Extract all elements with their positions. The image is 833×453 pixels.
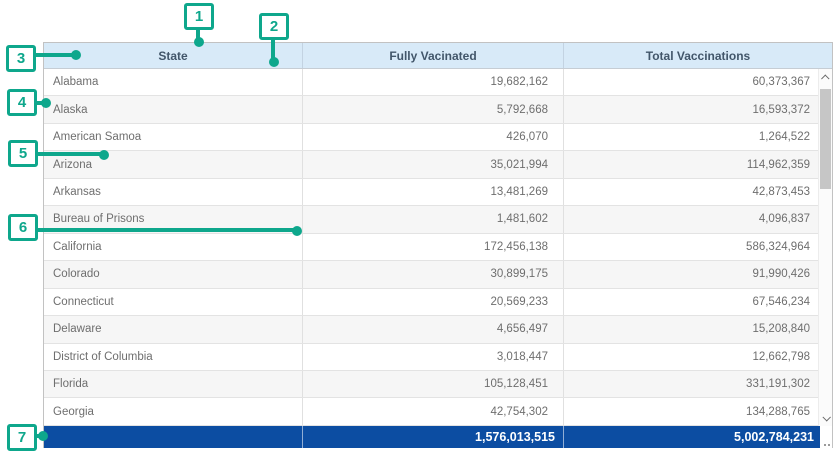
table-row[interactable]: Florida 105,128,451 331,191,302	[44, 371, 832, 398]
state-cell: Georgia	[44, 398, 303, 424]
annotation-endpoint-3	[71, 50, 81, 60]
table-row[interactable]: Colorado 30,899,175 91,990,426	[44, 261, 832, 288]
fully-vaccinated-cell: 35,021,994	[303, 151, 564, 177]
grip-dot	[828, 444, 830, 446]
annotation-callout-4: 4	[7, 89, 37, 116]
state-cell: Colorado	[44, 261, 303, 287]
totals-bar: 1,576,013,515 5,002,784,231	[44, 426, 820, 448]
table-row[interactable]: California 172,456,138 586,324,964	[44, 234, 832, 261]
annotation-callout-2: 2	[259, 13, 289, 40]
total-vaccinations-cell: 60,373,367	[564, 69, 832, 95]
vertical-scrollbar[interactable]	[818, 69, 832, 426]
table-row[interactable]: American Samoa 426,070 1,264,522	[44, 124, 832, 151]
annotation-callout-3: 3	[6, 45, 36, 72]
total-vaccinations-cell: 4,096,837	[564, 206, 832, 232]
grip-dot	[824, 444, 826, 446]
annotation-endpoint-5	[99, 150, 109, 160]
total-vaccinations-cell: 91,990,426	[564, 261, 832, 287]
fully-vaccinated-cell: 3,018,447	[303, 344, 564, 370]
total-vaccinations-cell: 114,962,359	[564, 151, 832, 177]
annotation-callout-5: 5	[8, 140, 38, 167]
total-vaccinations-cell: 1,264,522	[564, 124, 832, 150]
table-row[interactable]: District of Columbia 3,018,447 12,662,79…	[44, 344, 832, 371]
column-header-state[interactable]: State	[44, 43, 303, 68]
fully-vaccinated-cell: 5,792,668	[303, 96, 564, 122]
total-total-vaccinations-cell: 5,002,784,231	[564, 426, 820, 448]
state-cell: Connecticut	[44, 289, 303, 315]
annotation-endpoint-7	[38, 431, 48, 441]
state-cell: California	[44, 234, 303, 260]
scrollbar-thumb[interactable]	[820, 89, 831, 189]
chevron-down-icon	[822, 413, 830, 421]
annotation-endpoint-6	[292, 226, 302, 236]
total-vaccinations-cell: 134,288,765	[564, 398, 832, 424]
fully-vaccinated-cell: 13,481,269	[303, 179, 564, 205]
resize-grip-icon	[820, 426, 832, 448]
annotation-endpoint-2	[269, 57, 279, 67]
total-vaccinations-cell: 331,191,302	[564, 371, 832, 397]
total-vaccinations-cell: 586,324,964	[564, 234, 832, 260]
column-header-fully-vaccinated[interactable]: Fully Vacinated	[303, 43, 564, 68]
state-cell: District of Columbia	[44, 344, 303, 370]
table-row[interactable]: Connecticut 20,569,233 67,546,234	[44, 289, 832, 316]
chevron-up-icon	[821, 74, 829, 82]
state-cell: American Samoa	[44, 124, 303, 150]
fully-vaccinated-cell: 20,569,233	[303, 289, 564, 315]
total-vaccinations-cell: 67,546,234	[564, 289, 832, 315]
scroll-down-button[interactable]	[819, 410, 832, 425]
total-vaccinations-cell: 15,208,840	[564, 316, 832, 342]
annotation-connector-3	[34, 53, 74, 57]
table-row[interactable]: Arkansas 13,481,269 42,873,453	[44, 179, 832, 206]
scroll-up-button[interactable]	[819, 70, 832, 85]
fully-vaccinated-cell: 30,899,175	[303, 261, 564, 287]
fully-vaccinated-cell: 42,754,302	[303, 398, 564, 424]
annotation-callout-1: 1	[184, 3, 214, 30]
total-vaccinations-cell: 42,873,453	[564, 179, 832, 205]
fully-vaccinated-cell: 1,481,602	[303, 206, 564, 232]
annotation-endpoint-1	[194, 37, 204, 47]
table-total-row: 1,576,013,515 5,002,784,231	[44, 426, 832, 448]
annotation-connector-2	[271, 39, 275, 59]
table-row[interactable]: Alabama 19,682,162 60,373,367	[44, 69, 832, 96]
total-fully-vaccinated-cell: 1,576,013,515	[303, 426, 564, 448]
state-cell: Arkansas	[44, 179, 303, 205]
annotation-connector-5	[36, 152, 102, 156]
annotation-callout-7: 7	[7, 424, 37, 451]
fully-vaccinated-cell: 426,070	[303, 124, 564, 150]
state-cell: Florida	[44, 371, 303, 397]
fully-vaccinated-cell: 105,128,451	[303, 371, 564, 397]
fully-vaccinated-cell: 172,456,138	[303, 234, 564, 260]
table-row[interactable]: Delaware 4,656,497 15,208,840	[44, 316, 832, 343]
total-vaccinations-cell: 12,662,798	[564, 344, 832, 370]
table-row[interactable]: Alaska 5,792,668 16,593,372	[44, 96, 832, 123]
state-cell: Delaware	[44, 316, 303, 342]
table-row[interactable]: Georgia 42,754,302 134,288,765	[44, 398, 832, 425]
fully-vaccinated-cell: 4,656,497	[303, 316, 564, 342]
table-row[interactable]: Arizona 35,021,994 114,962,359	[44, 151, 832, 178]
total-state-cell	[44, 426, 303, 448]
table-body: Alabama 19,682,162 60,373,367 Alaska 5,7…	[44, 69, 832, 426]
fully-vaccinated-cell: 19,682,162	[303, 69, 564, 95]
annotation-callout-6: 6	[8, 214, 38, 241]
table-header-row: State Fully Vacinated Total Vaccinations	[44, 43, 832, 69]
annotation-endpoint-4	[41, 98, 51, 108]
column-header-total-vaccinations[interactable]: Total Vaccinations	[564, 43, 832, 68]
total-vaccinations-cell: 16,593,372	[564, 96, 832, 122]
annotation-connector-6	[36, 228, 294, 232]
state-cell: Alaska	[44, 96, 303, 122]
vaccination-data-table: State Fully Vacinated Total Vaccinations…	[43, 42, 833, 448]
state-cell: Alabama	[44, 69, 303, 95]
